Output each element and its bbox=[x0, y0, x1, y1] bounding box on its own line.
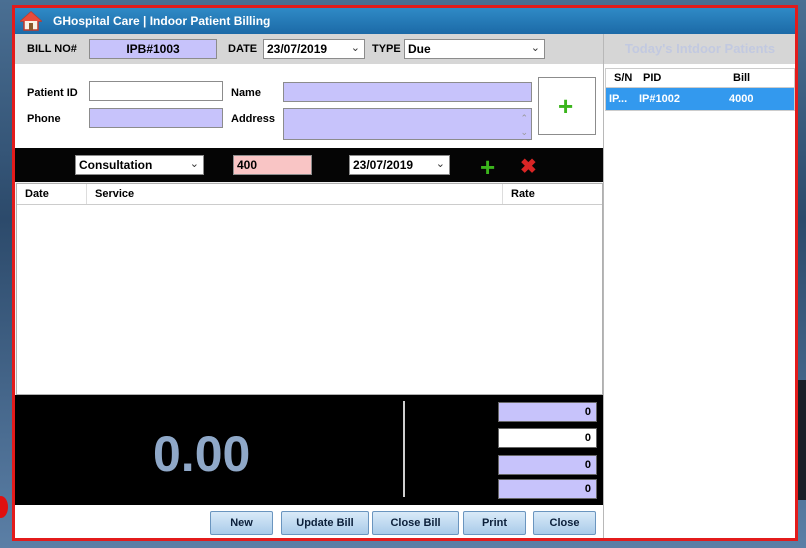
service-select[interactable]: Consultation ⌄ bbox=[75, 155, 204, 175]
home-icon[interactable] bbox=[20, 11, 42, 31]
background-red-dot bbox=[0, 496, 8, 518]
phone-label: Phone bbox=[27, 113, 61, 125]
chevron-down-icon: ⌄ bbox=[350, 42, 360, 54]
new-button[interactable]: New bbox=[210, 511, 273, 535]
column-bill[interactable]: Bill bbox=[733, 69, 750, 87]
patients-table: S/N PID Bill IP... IP#1002 4000 bbox=[605, 68, 795, 111]
add-patient-button[interactable]: + bbox=[538, 77, 596, 135]
patient-id-input[interactable] bbox=[89, 81, 223, 101]
add-service-icon[interactable]: + bbox=[480, 154, 495, 180]
close-bill-button[interactable]: Close Bill bbox=[372, 511, 459, 535]
column-rate[interactable]: Rate bbox=[503, 184, 602, 204]
patient-form: Patient ID Phone Name Address ⌃ ⌄ bbox=[15, 64, 603, 148]
background-strip bbox=[798, 380, 806, 500]
row-bill: 4000 bbox=[729, 93, 754, 105]
service-value: Consultation bbox=[79, 158, 153, 172]
table-row[interactable]: IP... IP#1002 4000 bbox=[606, 88, 794, 110]
grid-header: Date Service Rate bbox=[17, 184, 602, 205]
chevron-down-icon: ⌄ bbox=[530, 42, 540, 54]
window-title: GHospital Care | Indoor Patient Billing bbox=[53, 14, 271, 28]
billing-window: GHospital Care | Indoor Patient Billing … bbox=[12, 5, 798, 541]
column-service[interactable]: Service bbox=[87, 184, 503, 204]
total-field-4[interactable]: 0 bbox=[498, 479, 597, 499]
name-label: Name bbox=[231, 87, 261, 99]
divider bbox=[403, 401, 405, 497]
scroll-down-icon[interactable]: ⌄ bbox=[520, 124, 528, 140]
address-label: Address bbox=[231, 113, 276, 125]
side-panel-title: Today's Intdoor Patients bbox=[604, 34, 795, 64]
bill-date-picker[interactable]: 23/07/2019 ⌄ bbox=[263, 39, 365, 59]
service-date-picker[interactable]: 23/07/2019 ⌄ bbox=[349, 155, 450, 175]
row-sn: IP... bbox=[609, 93, 628, 105]
service-date-value: 23/07/2019 bbox=[353, 158, 414, 172]
type-select[interactable]: Due ⌄ bbox=[404, 39, 545, 59]
patient-id-label: Patient ID bbox=[27, 87, 78, 99]
row-pid: IP#1002 bbox=[639, 93, 680, 105]
button-bar: New Update Bill Close Bill Print Close bbox=[15, 505, 603, 538]
type-label: TYPE bbox=[372, 43, 401, 55]
title-bar: GHospital Care | Indoor Patient Billing bbox=[15, 8, 795, 34]
update-bill-button[interactable]: Update Bill bbox=[281, 511, 369, 535]
service-grid[interactable]: Date Service Rate bbox=[16, 183, 603, 395]
type-value: Due bbox=[408, 42, 431, 56]
grand-total: 0.00 bbox=[153, 426, 251, 482]
remove-service-icon[interactable]: ✖ bbox=[520, 154, 537, 179]
chevron-down-icon: ⌄ bbox=[435, 158, 445, 170]
bill-no-label: BILL NO# bbox=[27, 43, 77, 55]
address-input[interactable]: ⌃ ⌄ bbox=[283, 108, 532, 140]
print-button[interactable]: Print bbox=[463, 511, 526, 535]
amount-input[interactable]: 400 bbox=[233, 155, 312, 175]
bill-no-field[interactable]: IPB#1003 bbox=[89, 39, 217, 59]
date-label: DATE bbox=[228, 43, 258, 55]
chevron-down-icon: ⌄ bbox=[189, 158, 199, 170]
column-sn[interactable]: S/N bbox=[614, 69, 632, 87]
total-field-1[interactable]: 0 bbox=[498, 402, 597, 422]
column-pid[interactable]: PID bbox=[643, 69, 661, 87]
column-date[interactable]: Date bbox=[17, 184, 87, 204]
phone-input[interactable] bbox=[89, 108, 223, 128]
name-input[interactable] bbox=[283, 82, 532, 102]
total-field-3[interactable]: 0 bbox=[498, 455, 597, 475]
bill-header-row: BILL NO# IPB#1003 DATE 23/07/2019 ⌄ TYPE… bbox=[15, 34, 603, 64]
plus-icon: + bbox=[558, 91, 574, 121]
total-field-2[interactable]: 0 bbox=[498, 428, 597, 448]
bill-date-value: 23/07/2019 bbox=[267, 42, 328, 56]
totals-panel: 0.00 0 0 0 0 bbox=[15, 395, 603, 505]
patients-table-header: S/N PID Bill bbox=[606, 69, 794, 88]
close-button[interactable]: Close bbox=[533, 511, 596, 535]
service-entry-bar: Consultation ⌄ 400 23/07/2019 ⌄ + ✖ bbox=[15, 148, 603, 182]
todays-patients-panel: Today's Intdoor Patients S/N PID Bill IP… bbox=[603, 34, 795, 538]
